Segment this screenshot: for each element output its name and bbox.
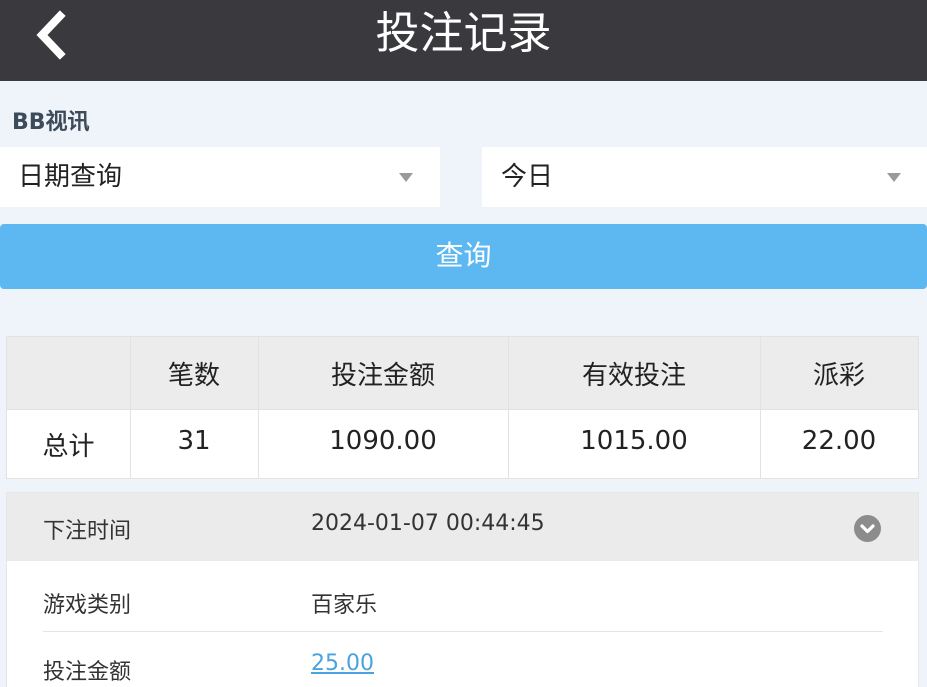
total-label: 总计 bbox=[42, 432, 95, 462]
row-divider bbox=[43, 631, 883, 632]
summary-table: 笔数 投注金额 有效投注 派彩 总计 31 1090.00 1015.00 22… bbox=[6, 336, 919, 479]
query-field-value: 日期查询 bbox=[18, 162, 123, 192]
column-header-payout: 派彩 bbox=[812, 361, 865, 391]
row-divider bbox=[7, 409, 918, 410]
page-title: 投注记录 bbox=[375, 8, 552, 59]
query-button[interactable]: 查询 bbox=[0, 224, 927, 289]
total-count: 31 bbox=[177, 426, 211, 456]
column-header-count: 笔数 bbox=[167, 361, 220, 391]
total-bet-amount: 1090.00 bbox=[329, 426, 437, 456]
game-type-label: 游戏类别 bbox=[43, 593, 132, 618]
column-header-bet-amount: 投注金额 bbox=[330, 361, 435, 391]
bet-amount-label: 投注金额 bbox=[43, 660, 132, 685]
date-range-value: 今日 bbox=[501, 162, 554, 192]
bet-time-label: 下注时间 bbox=[43, 519, 132, 544]
game-type-value: 百家乐 bbox=[311, 593, 378, 618]
platform-name: BB视讯 bbox=[12, 110, 90, 135]
bet-record-card: 下注时间 2024-01-07 00:44:45 游戏类别 百家乐 投注金额 2… bbox=[6, 492, 919, 687]
column-header-valid-bet: 有效投注 bbox=[581, 361, 686, 391]
caret-down-icon bbox=[887, 173, 901, 182]
top-bar: 投注记录 bbox=[0, 0, 927, 81]
query-field-select[interactable]: 日期查询 bbox=[0, 147, 440, 207]
caret-down-icon bbox=[399, 173, 413, 182]
total-payout: 22.00 bbox=[801, 426, 877, 456]
date-range-select[interactable]: 今日 bbox=[482, 147, 927, 207]
bet-time-value: 2024-01-07 00:44:45 bbox=[311, 511, 545, 536]
bet-amount-link[interactable]: 25.00 bbox=[311, 651, 374, 676]
chevron-down-circle-icon bbox=[860, 524, 875, 534]
total-valid-bet: 1015.00 bbox=[580, 426, 688, 456]
expand-button[interactable] bbox=[854, 515, 881, 542]
